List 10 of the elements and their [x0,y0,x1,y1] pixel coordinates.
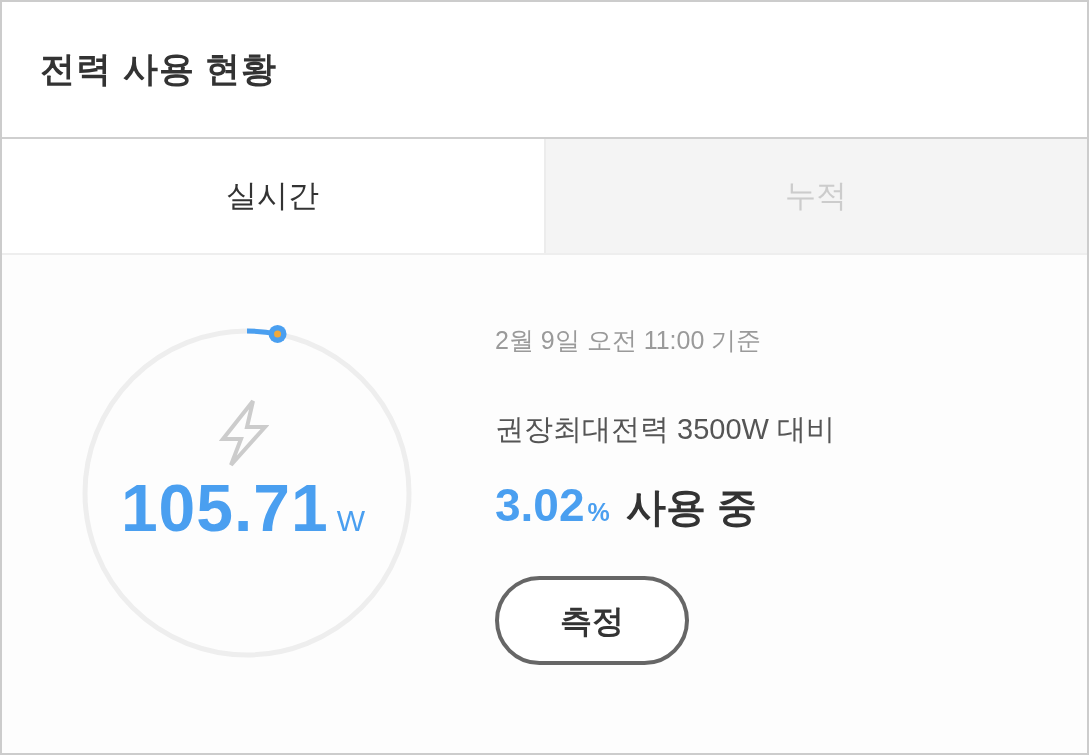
usage-percent: 3.02 [495,482,585,528]
measure-button[interactable]: 측정 [495,576,689,665]
reference-text: 권장최대전력 3500W 대비 [495,415,835,444]
percent-unit: % [587,500,610,525]
panel-title: 전력 사용 현황 [40,48,278,91]
power-value: 105.71 [120,475,329,541]
power-unit: W [336,506,366,536]
timestamp-text: 2월 9일 오전 11:00 기준 [495,328,762,353]
lightning-bolt-icon [219,399,269,467]
usage-status: 사용 중 [625,487,757,527]
